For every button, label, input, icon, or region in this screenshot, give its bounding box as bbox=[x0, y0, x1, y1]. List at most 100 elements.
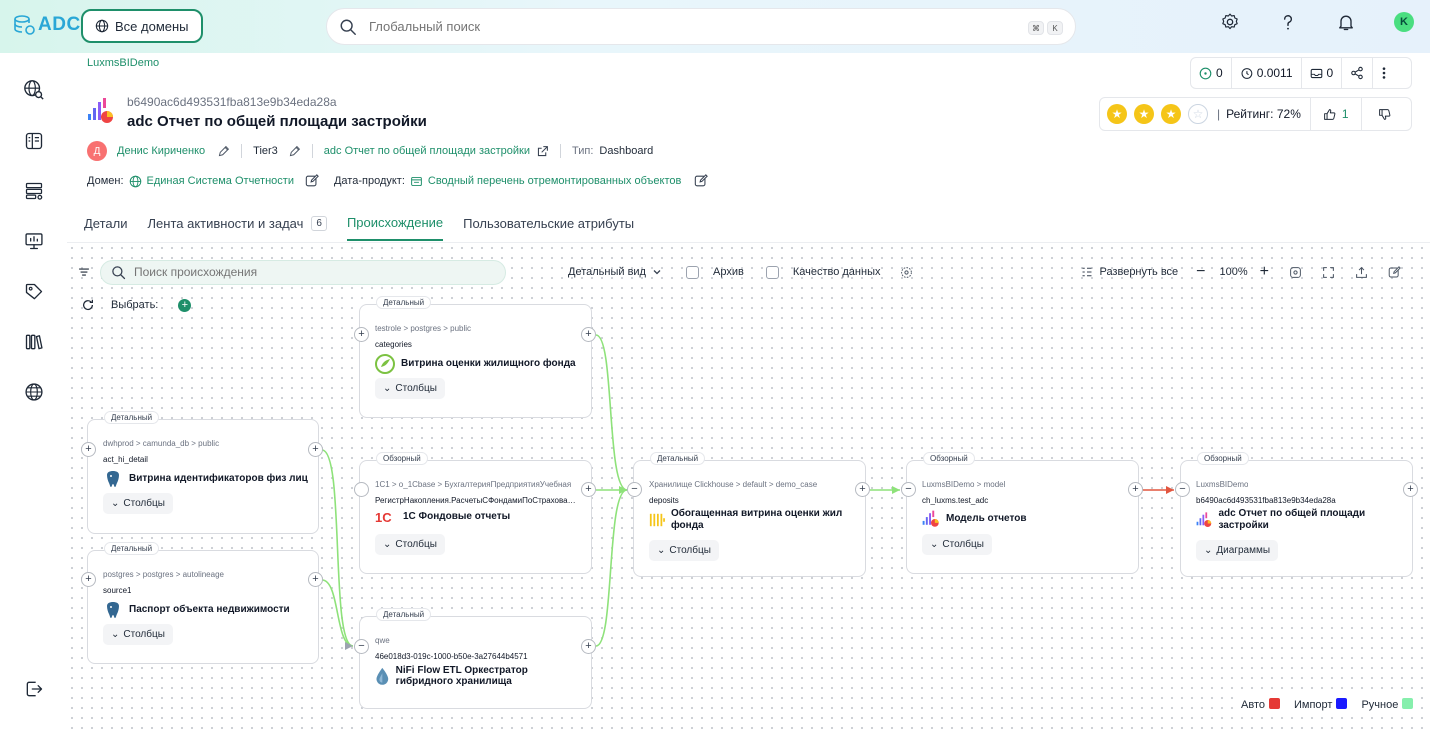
zoom-out-button[interactable]: − bbox=[1196, 263, 1205, 281]
node-name[interactable]: NiFi Flow ETL Оркестратор гибридного хра… bbox=[375, 664, 580, 688]
tab-lineage[interactable]: Происхождение bbox=[346, 208, 444, 241]
expand-downstream-button[interactable]: + bbox=[1403, 482, 1418, 497]
node-name[interactable]: Обогащенная витрина оценки жил фонда bbox=[649, 508, 854, 531]
expand-upstream-button[interactable]: + bbox=[81, 572, 96, 587]
edit-domain-icon[interactable] bbox=[305, 174, 319, 188]
external-link-icon[interactable] bbox=[536, 145, 549, 158]
settings-icon[interactable] bbox=[1220, 12, 1240, 32]
checks-stat[interactable]: 0 bbox=[1191, 58, 1232, 88]
add-node-button[interactable]: + bbox=[178, 298, 192, 312]
node-subtitle: categories bbox=[375, 340, 412, 349]
expand-downstream-button[interactable]: + bbox=[855, 482, 870, 497]
library-icon[interactable] bbox=[23, 331, 45, 353]
tab-activity[interactable]: Лента активности и задач 6 bbox=[148, 208, 327, 241]
charts-button[interactable]: ⌄ Диаграммы bbox=[1196, 540, 1279, 561]
filter-icon[interactable] bbox=[78, 266, 90, 278]
star-empty-icon[interactable]: ☆ bbox=[1188, 104, 1208, 124]
user-avatar[interactable]: K bbox=[1394, 12, 1414, 32]
bell-icon[interactable] bbox=[1336, 12, 1356, 32]
edit-product-icon[interactable] bbox=[694, 174, 709, 188]
columns-button[interactable]: ⌄ Столбцы bbox=[103, 493, 173, 514]
tag-icon[interactable] bbox=[23, 281, 45, 303]
globe-icon[interactable] bbox=[23, 381, 45, 403]
logo[interactable]: ADC bbox=[12, 13, 81, 37]
history-stat[interactable]: 0.0011 bbox=[1232, 58, 1302, 88]
collapse-upstream-button[interactable]: − bbox=[354, 639, 369, 654]
lineage-search[interactable] bbox=[100, 259, 506, 285]
star-filled-icon[interactable]: ★ bbox=[1134, 104, 1154, 124]
share-button[interactable] bbox=[1342, 58, 1374, 88]
collapse-upstream-button[interactable]: − bbox=[901, 482, 916, 497]
lineage-node[interactable]: Обзорный LuxmsBIDemo > model ch_luxms.te… bbox=[906, 452, 1139, 574]
breadcrumb[interactable]: LuxmsBIDemo bbox=[87, 57, 159, 69]
node-name[interactable]: adc Отчет по общей площади застройки bbox=[1196, 508, 1401, 531]
lineage-node[interactable]: Обзорный LuxmsBIDemo b6490ac6d493531fba8… bbox=[1180, 452, 1413, 577]
expand-all-button[interactable]: Развернуть все bbox=[1081, 266, 1178, 278]
global-search-input[interactable] bbox=[369, 19, 1013, 34]
page-title: adc Отчет по общей площади застройки bbox=[127, 113, 427, 130]
columns-button[interactable]: ⌄ Столбцы bbox=[103, 624, 173, 645]
edit-lineage-icon[interactable] bbox=[1388, 265, 1401, 279]
star-filled-icon[interactable]: ★ bbox=[1107, 104, 1127, 124]
lineage-node[interactable]: Детальный qwe 46e018d3-019c-1000-b50e-3a… bbox=[359, 608, 592, 709]
node-name[interactable]: 1С 1С Фондовые отчеты bbox=[375, 510, 580, 524]
node-name[interactable]: Витрина идентификаторов физ лиц bbox=[103, 469, 308, 489]
edit-owner-icon[interactable] bbox=[217, 145, 230, 158]
glossary-icon[interactable] bbox=[23, 130, 45, 152]
view-mode-select[interactable]: Детальный вид bbox=[568, 266, 662, 278]
expand-downstream-button[interactable]: + bbox=[308, 442, 323, 457]
lineage-node[interactable]: Обзорный 1C1 > o_1Cbase > БухгалтерияПре… bbox=[359, 452, 592, 574]
global-search[interactable]: ⌘K bbox=[326, 8, 1076, 45]
upstream-port[interactable] bbox=[354, 482, 369, 497]
expand-upstream-button[interactable]: + bbox=[354, 327, 369, 342]
checkbox[interactable] bbox=[765, 265, 779, 279]
domain-link[interactable]: Единая Система Отчетности bbox=[147, 175, 294, 187]
logout-icon[interactable] bbox=[23, 678, 45, 700]
fit-view-icon[interactable] bbox=[1289, 266, 1302, 279]
collapse-upstream-button[interactable]: − bbox=[1175, 482, 1190, 497]
collapse-upstream-button[interactable]: − bbox=[627, 482, 642, 497]
expand-upstream-button[interactable]: + bbox=[81, 442, 96, 457]
owner-link[interactable]: Денис Кириченко bbox=[117, 145, 205, 157]
columns-button[interactable]: ⌄ Столбцы bbox=[649, 540, 719, 561]
expand-downstream-button[interactable]: + bbox=[581, 639, 596, 654]
data-catalog-icon[interactable] bbox=[23, 180, 45, 202]
expand-downstream-button[interactable]: + bbox=[1128, 482, 1143, 497]
refresh-icon[interactable] bbox=[81, 298, 95, 312]
node-name[interactable]: Модель отчетов bbox=[922, 510, 1127, 528]
expand-downstream-button[interactable]: + bbox=[581, 482, 596, 497]
export-icon[interactable] bbox=[1355, 266, 1368, 279]
monitor-icon[interactable] bbox=[23, 230, 45, 252]
fullscreen-icon[interactable] bbox=[1322, 266, 1335, 279]
product-link[interactable]: Сводный перечень отремонтированных объек… bbox=[428, 175, 681, 187]
lineage-node[interactable]: Детальный testrole > postgres > public c… bbox=[359, 296, 592, 418]
like-button[interactable]: 1 bbox=[1311, 98, 1362, 130]
globe-search-icon[interactable] bbox=[23, 79, 45, 101]
expand-downstream-button[interactable]: + bbox=[581, 327, 596, 342]
columns-button[interactable]: ⌄ Столбцы bbox=[375, 534, 445, 555]
zoom-in-button[interactable]: + bbox=[1260, 263, 1269, 281]
node-name[interactable]: Паспорт объекта недвижимости bbox=[103, 600, 308, 620]
quality-settings-icon[interactable] bbox=[900, 266, 913, 279]
columns-button[interactable]: ⌄ Столбцы bbox=[375, 378, 445, 399]
star-filled-icon[interactable]: ★ bbox=[1161, 104, 1181, 124]
lineage-search-input[interactable] bbox=[134, 265, 495, 279]
all-domains-button[interactable]: Все домены bbox=[81, 9, 203, 43]
archive-checkbox[interactable]: Архив bbox=[685, 265, 744, 279]
tab-custom-attributes[interactable]: Пользовательские атрибуты bbox=[463, 208, 634, 241]
messages-stat[interactable]: 0 bbox=[1302, 58, 1343, 88]
lineage-node[interactable]: Детальный postgres > postgres > autoline… bbox=[87, 542, 319, 664]
parent-link[interactable]: adc Отчет по общей площади застройки bbox=[324, 145, 530, 157]
expand-downstream-button[interactable]: + bbox=[308, 572, 323, 587]
dislike-button[interactable] bbox=[1362, 98, 1407, 130]
lineage-node[interactable]: Детальный Хранилище Clickhouse > default… bbox=[633, 452, 866, 577]
tab-details[interactable]: Детали bbox=[84, 208, 128, 241]
help-icon[interactable] bbox=[1278, 12, 1298, 32]
lineage-node[interactable]: Детальный dwhprod > camunda_db > public … bbox=[87, 411, 319, 534]
checkbox[interactable] bbox=[685, 265, 699, 279]
edit-tier-icon[interactable] bbox=[288, 145, 301, 158]
more-menu-button[interactable] bbox=[1373, 58, 1395, 88]
node-name[interactable]: Витрина оценки жилищного фонда bbox=[375, 354, 580, 374]
quality-checkbox[interactable]: Качество данных bbox=[765, 265, 880, 279]
columns-button[interactable]: ⌄ Столбцы bbox=[922, 534, 992, 555]
